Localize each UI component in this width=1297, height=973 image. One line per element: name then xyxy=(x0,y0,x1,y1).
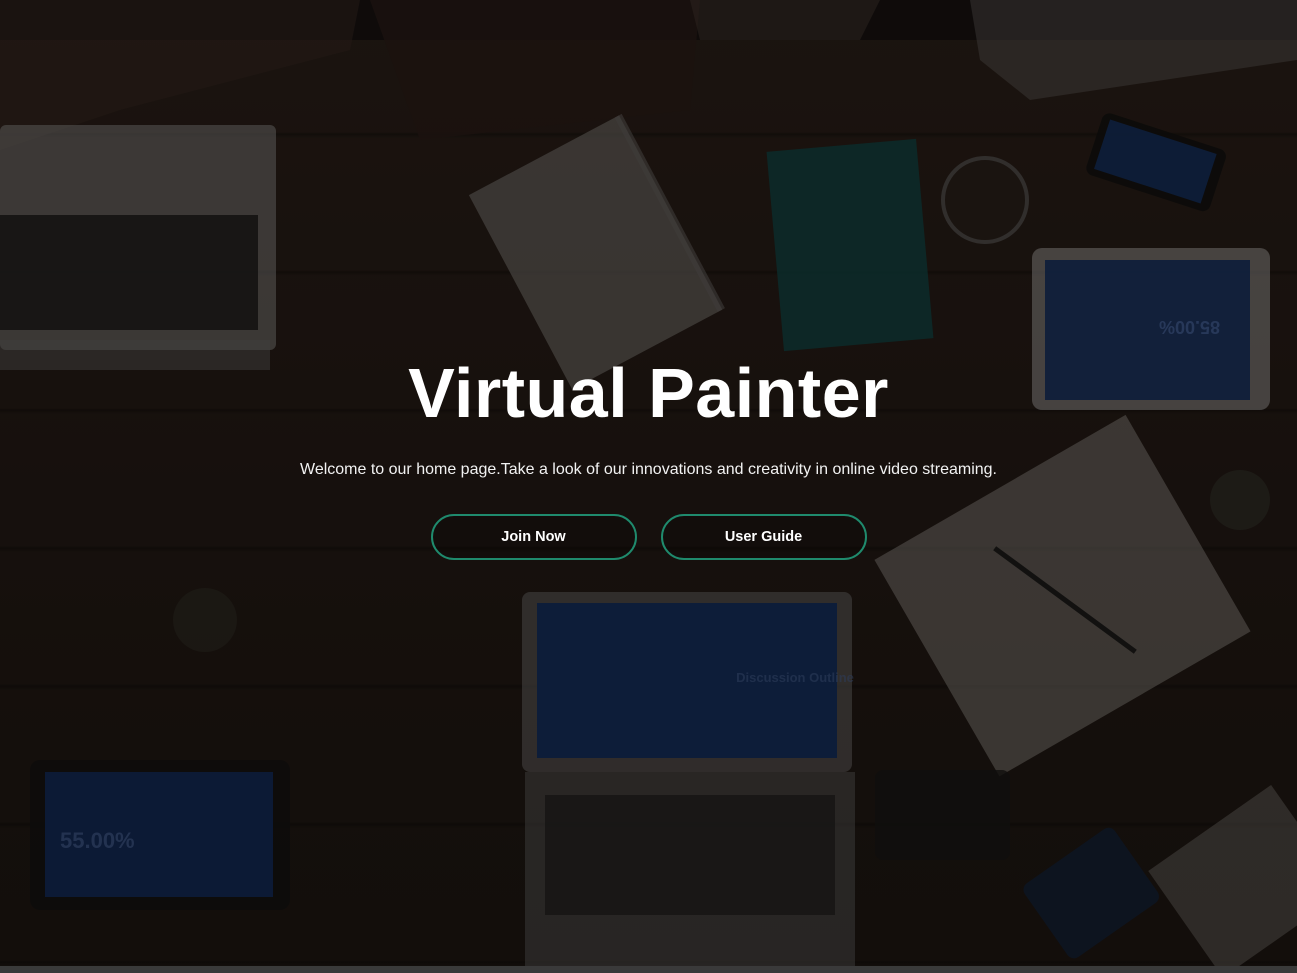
bottom-border xyxy=(0,966,1297,973)
join-now-button[interactable]: Join Now xyxy=(430,514,637,560)
page-title: Virtual Painter xyxy=(408,354,889,432)
hero-section: 85.00% Discussion Outline 55.00% Virtual… xyxy=(0,0,1297,973)
user-guide-button[interactable]: User Guide xyxy=(660,514,867,560)
hero-content: Virtual Painter Welcome to our home page… xyxy=(0,352,1297,560)
hero-buttons: Join Now User Guide xyxy=(0,514,1297,560)
hero-subtitle: Welcome to our home page.Take a look of … xyxy=(300,461,997,478)
